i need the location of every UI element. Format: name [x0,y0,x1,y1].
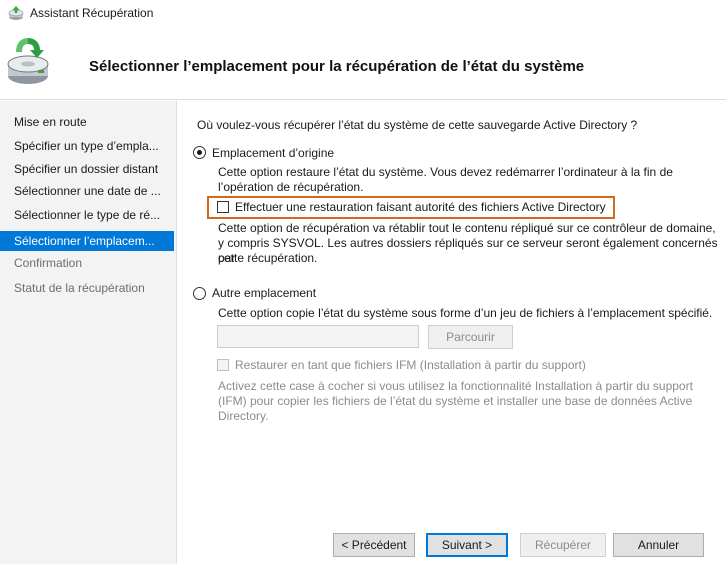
previous-button[interactable]: < Précédent [333,533,415,557]
nav-step-mise-en-route[interactable]: Mise en route [0,112,174,132]
wizard-steps-nav: Mise en route Spécifier un type d’empla.… [0,101,176,564]
other-location-radio[interactable] [193,287,206,300]
ifm-checkbox[interactable] [217,359,229,371]
cancel-button[interactable]: Annuler [613,533,704,557]
authoritative-desc-1: Cette option de récupération va rétablir… [218,221,716,235]
window-title: Assistant Récupération [30,6,154,20]
nav-step-type-emplacement[interactable]: Spécifier un type d’empla... [0,136,174,156]
location-question: Où voulez-vous récupérer l’état du systè… [197,118,638,132]
backup-wizard-icon [8,6,24,20]
authoritative-restore-label[interactable]: Effectuer une restauration faisant autor… [235,200,606,214]
other-location-label[interactable]: Autre emplacement [212,286,316,300]
original-location-desc-1: Cette option restaure l’état du système.… [218,165,673,179]
drive-restore-icon [7,38,49,84]
title-bar: Assistant Récupération [0,0,726,26]
wizard-content: Où voulez-vous récupérer l’état du systè… [176,101,726,564]
next-button[interactable]: Suivant > [426,533,508,557]
nav-step-date-sauvegarde[interactable]: Sélectionner une date de ... [0,181,174,201]
ifm-desc-3: Directory. [218,409,269,423]
other-location-desc: Cette option copie l’état du système sou… [218,306,713,320]
authoritative-desc-3: cette récupération. [218,251,318,265]
destination-path-input[interactable] [217,325,419,348]
original-location-desc-2: l’opération de récupération. [218,180,364,194]
recover-button[interactable]: Récupérer [520,533,606,557]
nav-step-type-recuperation[interactable]: Sélectionner le type de ré... [0,205,174,225]
ifm-desc-2: (IFM) pour copier les fichiers de l’état… [218,394,693,408]
original-location-label[interactable]: Emplacement d’origine [212,146,334,160]
nav-step-statut: Statut de la récupération [14,281,145,295]
browse-button[interactable]: Parcourir [428,325,513,349]
page-title: Sélectionner l’emplacement pour la récup… [89,58,585,75]
original-location-radio[interactable] [193,146,206,159]
nav-step-emplacement[interactable]: Sélectionner l’emplacem... [0,231,174,251]
wizard-header: Sélectionner l’emplacement pour la récup… [0,26,726,100]
nav-step-confirmation: Confirmation [14,256,83,270]
ifm-desc-1: Activez cette case à cocher si vous util… [218,379,693,393]
ifm-checkbox-label[interactable]: Restaurer en tant que fichiers IFM (Inst… [235,358,586,372]
authoritative-restore-checkbox[interactable] [217,201,229,213]
nav-step-dossier-distant[interactable]: Spécifier un dossier distant [0,159,174,179]
